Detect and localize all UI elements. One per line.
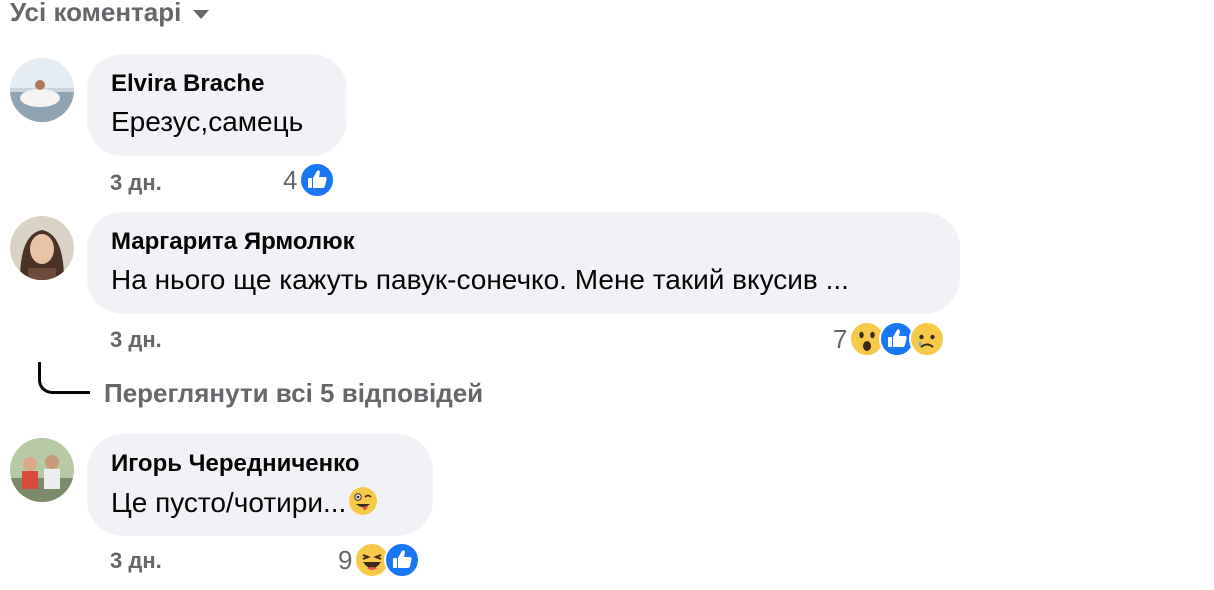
comment-text: Це пусто/чотири... bbox=[111, 486, 378, 519]
comment-time[interactable]: 3 дн. bbox=[110, 548, 162, 574]
reply-thread-line bbox=[38, 362, 90, 394]
reaction-summary[interactable]: 9 bbox=[338, 540, 421, 580]
comment-bubble: Игорь Чередниченко Це пусто/чотири... bbox=[87, 434, 433, 536]
comment-author[interactable]: Игорь Чередниченко bbox=[111, 450, 360, 478]
comment-time[interactable]: 3 дн. bbox=[110, 327, 162, 353]
reaction-count: 4 bbox=[283, 164, 298, 195]
sad-icon bbox=[909, 321, 946, 357]
reaction-count: 9 bbox=[338, 544, 353, 575]
avatar[interactable] bbox=[10, 216, 74, 280]
comments-filter-dropdown[interactable]: Усі коментарі bbox=[10, 0, 210, 32]
comment-bubble: Маргарита Ярмолюк На нього ще кажуть пав… bbox=[87, 212, 960, 314]
like-icon bbox=[299, 162, 336, 198]
reaction-summary[interactable]: 7 bbox=[833, 319, 946, 359]
filter-label: Усі коментарі bbox=[10, 0, 182, 27]
reaction-count: 7 bbox=[833, 323, 848, 354]
reaction-summary[interactable]: 4 bbox=[283, 160, 336, 200]
avatar[interactable] bbox=[10, 438, 74, 502]
comment-time[interactable]: 3 дн. bbox=[110, 170, 162, 196]
caret-down-icon bbox=[193, 9, 210, 19]
view-replies-link[interactable]: Переглянути всі 5 відповідей bbox=[104, 378, 483, 409]
like-icon bbox=[384, 542, 421, 578]
avatar[interactable] bbox=[10, 58, 74, 122]
comment-author[interactable]: Маргарита Ярмолюк bbox=[111, 228, 355, 256]
comment-text: Ерезус,самець bbox=[111, 106, 304, 137]
comment-bubble: Elvira Brache Ерезус,самець bbox=[87, 54, 347, 156]
comment-text: На нього ще кажуть павук-сонечко. Мене т… bbox=[111, 264, 849, 295]
comment-author[interactable]: Elvira Brache bbox=[111, 70, 264, 98]
zany-face-icon bbox=[349, 487, 378, 515]
